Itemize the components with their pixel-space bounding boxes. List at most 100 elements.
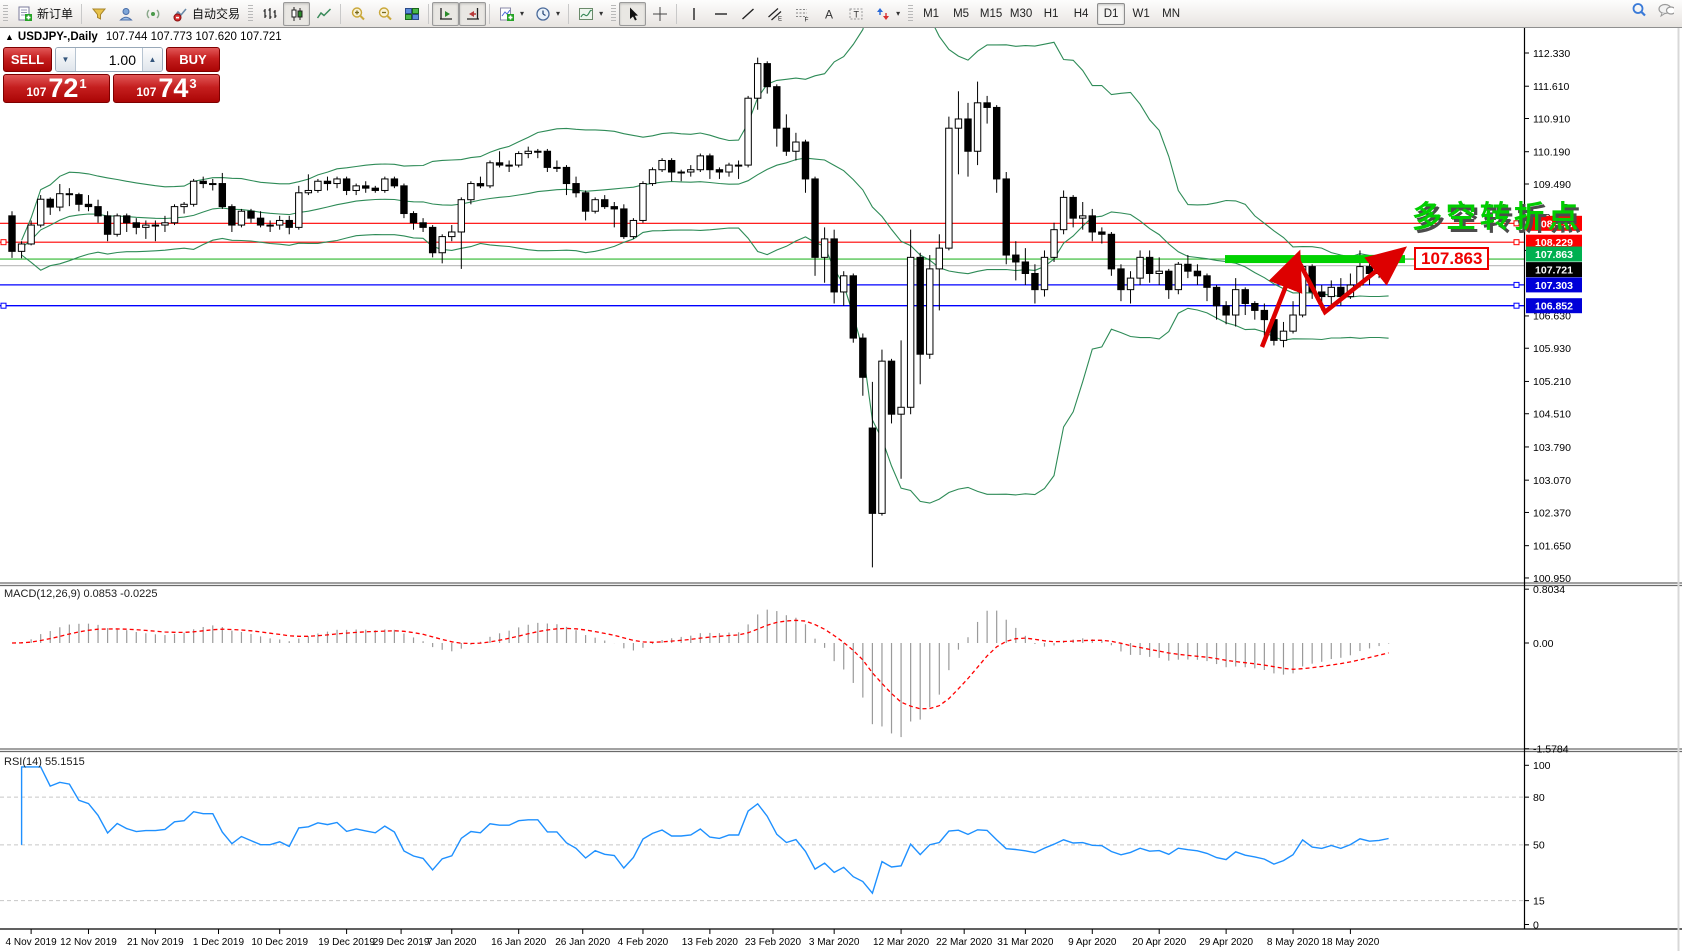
text-button[interactable]: A bbox=[815, 2, 842, 26]
search-icon[interactable] bbox=[1630, 2, 1647, 18]
crosshair-button[interactable] bbox=[646, 2, 673, 26]
chart-template-button[interactable]: ▾ bbox=[572, 2, 608, 26]
bar-chart-button[interactable] bbox=[256, 2, 283, 26]
candle-body bbox=[200, 181, 206, 183]
axis-tick-label: 104.510 bbox=[1533, 409, 1571, 421]
candle-body bbox=[143, 225, 149, 227]
candle-body bbox=[1232, 290, 1238, 315]
timeframe-MN[interactable]: MN bbox=[1157, 3, 1185, 25]
candle-body bbox=[640, 184, 646, 221]
candle-body bbox=[315, 181, 321, 190]
text-label-button[interactable]: T bbox=[842, 2, 869, 26]
zoom-out-button[interactable] bbox=[371, 2, 398, 26]
auto-scroll-button[interactable] bbox=[459, 2, 486, 26]
symbol-ohlc: 107.744 107.773 107.620 107.721 bbox=[106, 31, 282, 43]
candle-body bbox=[1118, 269, 1124, 290]
date-label: 9 Apr 2020 bbox=[1068, 937, 1117, 948]
axis-tick-label: 105.210 bbox=[1533, 376, 1571, 388]
date-label: 12 Mar 2020 bbox=[873, 937, 930, 948]
candle-body bbox=[85, 204, 91, 206]
candle-body bbox=[984, 103, 990, 108]
volume-stepper: ▼ ▲ bbox=[55, 47, 163, 72]
candle-body bbox=[659, 160, 665, 169]
candle-body bbox=[850, 276, 856, 338]
volume-increase-button[interactable]: ▲ bbox=[142, 48, 162, 71]
date-label: 12 Nov 2019 bbox=[60, 937, 117, 948]
bollinger-middle-band bbox=[22, 158, 1389, 297]
auto-trading-button[interactable]: 自动交易 bbox=[166, 2, 245, 26]
date-label: 4 Feb 2020 bbox=[618, 937, 669, 948]
candle-body bbox=[334, 179, 340, 184]
profiles-button[interactable] bbox=[112, 2, 139, 26]
symbol-title: USDJPY-,Daily bbox=[18, 31, 98, 43]
candle-body bbox=[296, 193, 302, 228]
candle-body bbox=[841, 276, 847, 292]
rsi-label: RSI(14) 55.1515 bbox=[4, 756, 85, 768]
candle-body bbox=[9, 216, 15, 252]
arrows-icon bbox=[874, 6, 891, 22]
date-axis[interactable]: 4 Nov 201912 Nov 201921 Nov 20191 Dec 20… bbox=[6, 929, 1380, 948]
bar-chart-icon bbox=[261, 6, 278, 22]
price-badge-label: 107.721 bbox=[1535, 265, 1573, 277]
timeframe-W1[interactable]: W1 bbox=[1127, 3, 1155, 25]
arrows-button[interactable]: ▾ bbox=[869, 2, 905, 26]
add-indicator-button[interactable]: ▾ bbox=[493, 2, 529, 26]
zigzag-arrow-leg1[interactable] bbox=[1262, 258, 1297, 347]
candle-body bbox=[821, 239, 827, 257]
horizontal-line-button[interactable] bbox=[707, 2, 734, 26]
candle-body bbox=[47, 199, 53, 207]
level-anchor-handle[interactable] bbox=[1, 240, 6, 245]
line-chart-button[interactable] bbox=[310, 2, 337, 26]
volume-input[interactable] bbox=[76, 48, 142, 71]
sell-price-display[interactable]: 107721 bbox=[3, 74, 110, 103]
price-tag-label[interactable]: 107.863 bbox=[1414, 247, 1489, 270]
date-label: 21 Nov 2019 bbox=[127, 937, 184, 948]
support-highlight-bar[interactable] bbox=[1225, 255, 1405, 263]
level-anchor-handle[interactable] bbox=[1, 303, 6, 308]
volume-decrease-button[interactable]: ▼ bbox=[56, 48, 76, 71]
candle-body bbox=[793, 142, 799, 151]
add-indicator-icon bbox=[498, 6, 515, 22]
signals-button[interactable] bbox=[139, 2, 166, 26]
period-button[interactable]: ▾ bbox=[529, 2, 565, 26]
candle-body bbox=[420, 223, 426, 228]
tile-windows-button[interactable] bbox=[398, 2, 425, 26]
trendline-button[interactable] bbox=[734, 2, 761, 26]
candle-body bbox=[286, 220, 292, 227]
buy-price-display[interactable]: 107743 bbox=[113, 74, 220, 103]
timeframe-M30[interactable]: M30 bbox=[1007, 3, 1035, 25]
timeframe-M15[interactable]: M15 bbox=[977, 3, 1005, 25]
timeframe-D1[interactable]: D1 bbox=[1097, 3, 1125, 25]
chat-icon[interactable] bbox=[1657, 2, 1674, 18]
equidistant-channel-button[interactable]: E bbox=[761, 2, 788, 26]
timeframe-M1[interactable]: M1 bbox=[917, 3, 945, 25]
zoom-in-button[interactable] bbox=[344, 2, 371, 26]
level-anchor-handle[interactable] bbox=[1514, 282, 1519, 287]
dropdown-arrow-icon: ▾ bbox=[896, 9, 900, 18]
candlestick-chart-button[interactable] bbox=[283, 2, 310, 26]
timeframe-H1[interactable]: H1 bbox=[1037, 3, 1065, 25]
fibonacci-button[interactable]: F bbox=[788, 2, 815, 26]
turning-point-annotation[interactable]: 多空转折点 bbox=[1412, 192, 1582, 236]
level-anchor-handle[interactable] bbox=[1514, 303, 1519, 308]
market-watch-button[interactable] bbox=[85, 2, 112, 26]
axis-tick-label: -1.5784 bbox=[1533, 744, 1569, 756]
auto-scroll-icon bbox=[464, 6, 481, 22]
vertical-line-button[interactable] bbox=[680, 2, 707, 26]
timeframe-H4[interactable]: H4 bbox=[1067, 3, 1095, 25]
candle-body bbox=[563, 167, 569, 183]
candle-body bbox=[114, 216, 120, 234]
level-anchor-handle[interactable] bbox=[1514, 240, 1519, 245]
toolbar-grip bbox=[611, 5, 616, 23]
axis-tick-label: 100 bbox=[1533, 760, 1551, 772]
timeframe-M5[interactable]: M5 bbox=[947, 3, 975, 25]
sell-button[interactable]: SELL bbox=[3, 47, 52, 72]
clock-icon bbox=[534, 6, 551, 22]
candle-body bbox=[1194, 271, 1200, 276]
axis-tick-label: 109.490 bbox=[1533, 179, 1571, 191]
chart-shift-button[interactable] bbox=[432, 2, 459, 26]
new-order-button[interactable]: 新订单 bbox=[11, 2, 78, 26]
candle-body bbox=[1261, 310, 1267, 319]
buy-button[interactable]: BUY bbox=[166, 47, 220, 72]
cursor-button[interactable] bbox=[619, 2, 646, 26]
